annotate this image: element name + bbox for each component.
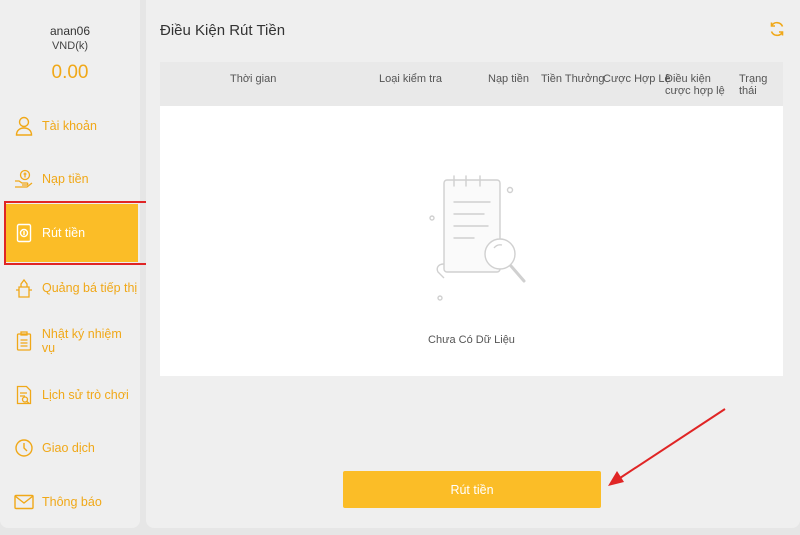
sidebar-item-label: Nạp tiền [42, 172, 89, 186]
deposit-icon [14, 169, 34, 189]
empty-data-icon [429, 175, 526, 301]
promotion-icon [14, 278, 34, 298]
empty-state-text: Chưa Có Dữ Liệu [428, 334, 515, 346]
sidebar-item-transactions[interactable]: Giao dịch [6, 422, 138, 474]
column-header-check-type: Loại kiểm tra [379, 73, 442, 85]
column-header-time: Thời gian [230, 73, 277, 85]
withdraw-icon [14, 223, 34, 243]
main-panel: Điều Kiện Rút Tiền Thời gian Loại kiểm t… [146, 0, 800, 528]
clipboard-icon [14, 331, 34, 351]
withdraw-button[interactable]: Rút tiền [343, 471, 601, 508]
sidebar-item-label: Giao dịch [42, 441, 95, 455]
table-header: Thời gian Loại kiểm tra Nạp tiền Tiền Th… [160, 62, 783, 106]
column-header-valid-bet: Cược Hợp Lệ [603, 73, 671, 85]
column-header-status: Trạng thái [739, 73, 768, 97]
mail-icon [14, 492, 34, 512]
sidebar-item-account[interactable]: Tài khoản [6, 100, 138, 152]
sidebar-item-label: Lịch sử trò chơi [42, 388, 129, 402]
column-header-valid-bet-condition: Điều kiện cược hợp lệ [665, 73, 725, 97]
sidebar-item-label: Rút tiền [42, 226, 86, 240]
username: anan06 [49, 24, 91, 38]
sidebar-item-deposit[interactable]: Nạp tiền [6, 153, 138, 205]
sidebar-item-notifications[interactable]: Thông báo [6, 476, 138, 528]
sidebar-item-withdraw[interactable]: Rút tiền [6, 204, 138, 262]
currency-label: VND(k) [51, 40, 89, 52]
sidebar-item-game-history[interactable]: Lịch sử trò chơi [6, 369, 138, 421]
sidebar-item-task-log[interactable]: Nhật ký nhiệm vụ [6, 315, 138, 367]
user-icon [14, 116, 34, 136]
balance-value: 0.00 [51, 62, 89, 83]
sidebar: anan06 VND(k) 0.00 Tài khoản Nạp tiền Rú… [0, 0, 140, 528]
sidebar-item-label: Thông báo [42, 495, 102, 509]
sidebar-item-label: Tài khoản [42, 119, 97, 133]
history-icon [14, 385, 34, 405]
page-title: Điều Kiện Rút Tiền [160, 22, 286, 39]
clock-icon [14, 438, 34, 458]
column-header-bonus: Tiền Thưởng [541, 73, 605, 85]
sidebar-item-label: Quảng bá tiếp thị [42, 281, 138, 295]
refresh-icon[interactable] [768, 20, 786, 38]
withdraw-conditions-table: Thời gian Loại kiểm tra Nạp tiền Tiền Th… [160, 62, 783, 376]
column-header-deposit: Nạp tiền [488, 73, 529, 85]
sidebar-item-label: Nhật ký nhiệm vụ [41, 327, 122, 355]
sidebar-item-promotion[interactable]: Quảng bá tiếp thị [6, 262, 138, 314]
